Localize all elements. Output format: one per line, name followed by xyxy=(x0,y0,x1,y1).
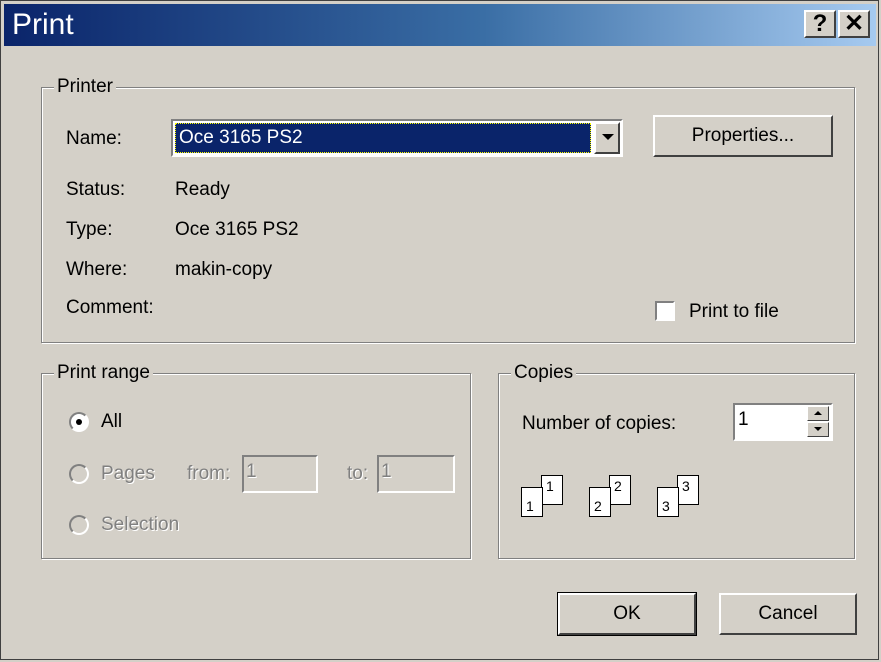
copies-group-label: Copies xyxy=(511,362,577,384)
cancel-button[interactable]: Cancel xyxy=(719,593,857,635)
number-of-copies-spinner[interactable]: 1 xyxy=(733,403,833,441)
help-button[interactable]: ? xyxy=(804,10,836,38)
range-pages-radio[interactable] xyxy=(69,464,89,484)
status-value: Ready xyxy=(175,179,230,200)
properties-button[interactable]: Properties... xyxy=(653,115,833,157)
range-all-radio[interactable] xyxy=(69,412,89,432)
status-label: Status: xyxy=(66,179,126,200)
close-icon: ✕ xyxy=(843,10,865,37)
spin-down-icon[interactable] xyxy=(807,422,829,437)
collate-page: 2 xyxy=(589,487,611,517)
collate-page: 1 xyxy=(521,487,543,517)
to-field[interactable]: 1 xyxy=(377,455,455,493)
ok-button[interactable]: OK xyxy=(557,592,697,636)
spin-up-icon[interactable] xyxy=(807,406,829,421)
range-selection-label[interactable]: Selection xyxy=(101,514,179,536)
comment-label: Comment: xyxy=(66,297,154,318)
title-bar[interactable]: Print ? ✕ xyxy=(4,4,876,46)
collate-page: 3 xyxy=(677,475,699,505)
print-dialog: Print ? ✕ Printer Name: Oce 3165 PS2 Pro… xyxy=(0,0,879,660)
chevron-down-icon[interactable] xyxy=(594,122,620,154)
collate-icon: 1 1 2 2 3 3 xyxy=(521,475,721,535)
to-label: to: xyxy=(347,463,369,484)
collate-page: 2 xyxy=(609,475,631,505)
where-label: Where: xyxy=(66,259,128,280)
print-to-file-checkbox[interactable] xyxy=(655,301,675,321)
from-field[interactable]: 1 xyxy=(242,455,318,493)
collate-page: 3 xyxy=(657,487,679,517)
number-of-copies-label: Number of copies: xyxy=(522,413,677,434)
collate-page: 1 xyxy=(541,475,563,505)
printer-group-label: Printer xyxy=(54,76,116,98)
range-pages-label[interactable]: Pages xyxy=(101,463,155,485)
printer-name-select[interactable]: Oce 3165 PS2 xyxy=(171,119,623,157)
from-label: from: xyxy=(187,463,231,484)
radio-selected-dot xyxy=(76,419,82,425)
type-value: Oce 3165 PS2 xyxy=(175,219,299,240)
print-to-file-label[interactable]: Print to file xyxy=(689,301,779,323)
range-selection-radio[interactable] xyxy=(69,515,89,535)
print-range-group-label: Print range xyxy=(54,362,153,384)
range-all-label[interactable]: All xyxy=(101,411,122,433)
type-label: Type: xyxy=(66,219,113,240)
close-button[interactable]: ✕ xyxy=(838,10,870,38)
number-of-copies-value: 1 xyxy=(738,409,749,430)
name-label: Name: xyxy=(66,128,122,149)
where-value: makin-copy xyxy=(175,259,273,280)
printer-name-value: Oce 3165 PS2 xyxy=(175,123,591,153)
window-title: Print xyxy=(12,8,74,41)
